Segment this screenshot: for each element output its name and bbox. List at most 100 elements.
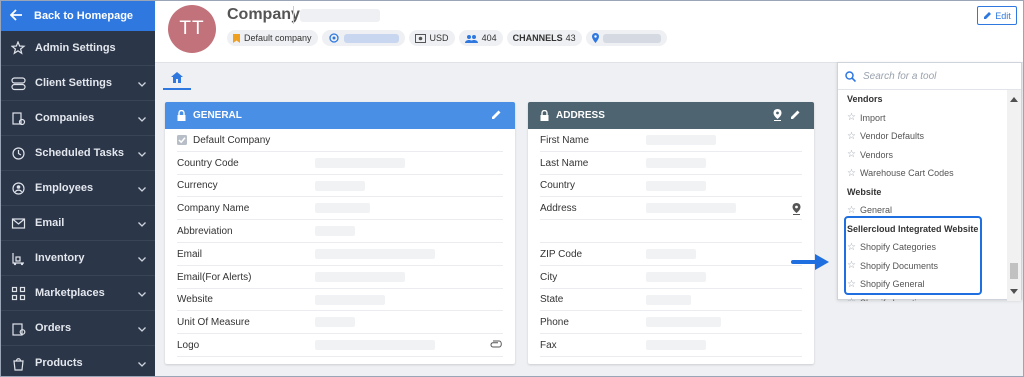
marketplace-icon <box>10 285 26 301</box>
arrow-left-icon <box>9 8 24 24</box>
field-value-redacted <box>315 203 370 214</box>
general-field-website: Website <box>165 289 515 312</box>
default-company-badge: Default company <box>227 30 318 46</box>
tool-item-vendor-defaults[interactable]: ☆ Vendor Defaults <box>838 127 1008 146</box>
field-label: Email <box>177 248 203 260</box>
globe-link-icon <box>328 33 340 43</box>
map-pin-icon[interactable] <box>792 203 801 216</box>
star-icon[interactable]: ☆ <box>847 112 856 123</box>
orders-icon <box>10 320 26 336</box>
location-redacted <box>602 33 661 43</box>
chevron-down-icon[interactable] <box>138 78 146 90</box>
scroll-up-icon[interactable] <box>1010 94 1018 105</box>
edit-button[interactable]: Edit <box>977 6 1017 25</box>
company-badges: Default company USD 404 CHANNELS 43 <box>227 30 667 46</box>
tool-item-label: General <box>859 205 892 216</box>
field-label: Address <box>540 203 577 215</box>
star-icon[interactable]: ☆ <box>847 131 856 142</box>
field-value-redacted <box>315 294 385 305</box>
edit-address-icon[interactable] <box>790 109 801 120</box>
chevron-down-icon[interactable] <box>138 183 146 195</box>
tool-item-import[interactable]: ☆ Import <box>838 109 1008 128</box>
tool-item-label: Import <box>859 112 886 123</box>
star-icon[interactable]: ☆ <box>847 297 856 301</box>
paperclip-icon[interactable] <box>490 340 502 348</box>
chevron-down-icon[interactable] <box>138 253 146 265</box>
address-card-header: ADDRESS <box>528 102 814 129</box>
general-field-company-name: Company Name <box>165 197 515 220</box>
chevron-down-icon[interactable] <box>138 358 146 370</box>
sidebar-item-inventory[interactable]: Inventory <box>1 241 155 276</box>
chevron-down-icon[interactable] <box>138 218 146 230</box>
sidebar-item-scheduled-tasks[interactable]: Scheduled Tasks <box>1 136 155 171</box>
general-fields: Country Code Currency Company Name Abbrevia… <box>165 152 515 357</box>
address-field-last-name: Last Name <box>528 152 814 175</box>
toggle-icon <box>10 75 26 91</box>
sidebar-item-employees[interactable]: Employees <box>1 171 155 206</box>
star-icon[interactable]: ☆ <box>847 149 856 160</box>
sidebar-item-label: Email <box>35 217 65 229</box>
star-icon[interactable]: ☆ <box>847 168 856 179</box>
inventory-icon <box>10 250 26 266</box>
sidebar-item-marketplaces[interactable]: Marketplaces <box>1 276 155 311</box>
field-label: ZIP Code <box>540 248 583 260</box>
address-field-city: City <box>528 266 814 289</box>
sidebar-item-orders[interactable]: Orders <box>1 311 155 346</box>
tool-search-bar[interactable]: Search for a tool <box>838 63 1021 90</box>
field-label: Phone <box>540 317 569 329</box>
general-field-abbreviation: Abbreviation <box>165 220 515 243</box>
star-icon[interactable]: ☆ <box>847 205 856 216</box>
chevron-down-icon[interactable] <box>138 148 146 160</box>
chevron-down-icon[interactable] <box>138 113 146 125</box>
sidebar-item-companies[interactable]: Companies <box>1 101 155 136</box>
field-label: Abbreviation <box>177 226 233 238</box>
default-company-checkbox[interactable] <box>177 135 187 146</box>
tool-item-vendors[interactable]: ☆ Vendors <box>838 146 1008 165</box>
envelope-icon <box>10 215 26 231</box>
sidebar-item-client-settings[interactable]: Client Settings <box>1 66 155 101</box>
field-label: Email(For Alerts) <box>177 271 252 283</box>
tab-home[interactable] <box>163 66 191 90</box>
field-value-redacted <box>315 317 355 328</box>
sidebar-nav: Admin Settings Client Settings Companies Sc… <box>1 31 155 376</box>
back-to-homepage-button[interactable]: Back to Homepage <box>1 1 155 31</box>
scroll-down-icon[interactable] <box>1010 286 1018 297</box>
field-label: Country <box>540 180 576 192</box>
website-badge[interactable] <box>321 30 405 46</box>
field-value-redacted <box>315 271 405 282</box>
sidebar: Back to Homepage Admin Settings Client Se… <box>1 1 155 376</box>
sidebar-item-admin-settings[interactable]: Admin Settings <box>1 31 155 66</box>
field-label: Last Name <box>540 157 589 169</box>
default-company-label: Default company <box>244 33 312 43</box>
map-pin-icon <box>591 33 599 43</box>
field-value-redacted <box>646 271 706 282</box>
chevron-down-icon[interactable] <box>138 288 146 300</box>
field-label: Company Name <box>177 203 250 215</box>
field-label: Currency <box>177 180 218 192</box>
address-field-zip-code: ZIP Code <box>528 243 814 266</box>
tool-item-label: Warehouse Cart Codes <box>859 168 954 179</box>
chevron-down-icon[interactable] <box>138 323 146 335</box>
address-field-phone: Phone <box>528 311 814 334</box>
page-title: Company <box>227 6 300 23</box>
edit-general-icon[interactable] <box>491 109 502 120</box>
map-pin-icon[interactable] <box>773 109 782 121</box>
location-badge <box>585 30 667 46</box>
sidebar-item-products[interactable]: Products <box>1 346 155 376</box>
sidebar-item-email[interactable]: Email <box>1 206 155 241</box>
general-field-country-code: Country Code <box>165 152 515 175</box>
sidebar-item-label: Client Settings <box>35 77 113 89</box>
user-gear-icon <box>10 180 26 196</box>
field-value-redacted <box>315 340 435 351</box>
search-input[interactable]: Search for a tool <box>863 71 936 82</box>
tool-item-warehouse-cart-codes[interactable]: ☆ Warehouse Cart Codes <box>838 164 1008 183</box>
sidebar-item-label: Scheduled Tasks <box>35 147 125 159</box>
field-value-redacted <box>646 180 706 191</box>
address-card: ADDRESS First Name Last Name Country Addres… <box>528 102 814 364</box>
address-field-address: Address <box>528 197 814 220</box>
app-window: Back to Homepage Admin Settings Client Se… <box>0 0 1024 377</box>
field-value-redacted <box>315 180 365 191</box>
scrollbar-thumb[interactable] <box>1010 263 1018 279</box>
tool-list-scrollbar[interactable] <box>1007 90 1021 301</box>
address-field-fax: Fax <box>528 334 814 357</box>
